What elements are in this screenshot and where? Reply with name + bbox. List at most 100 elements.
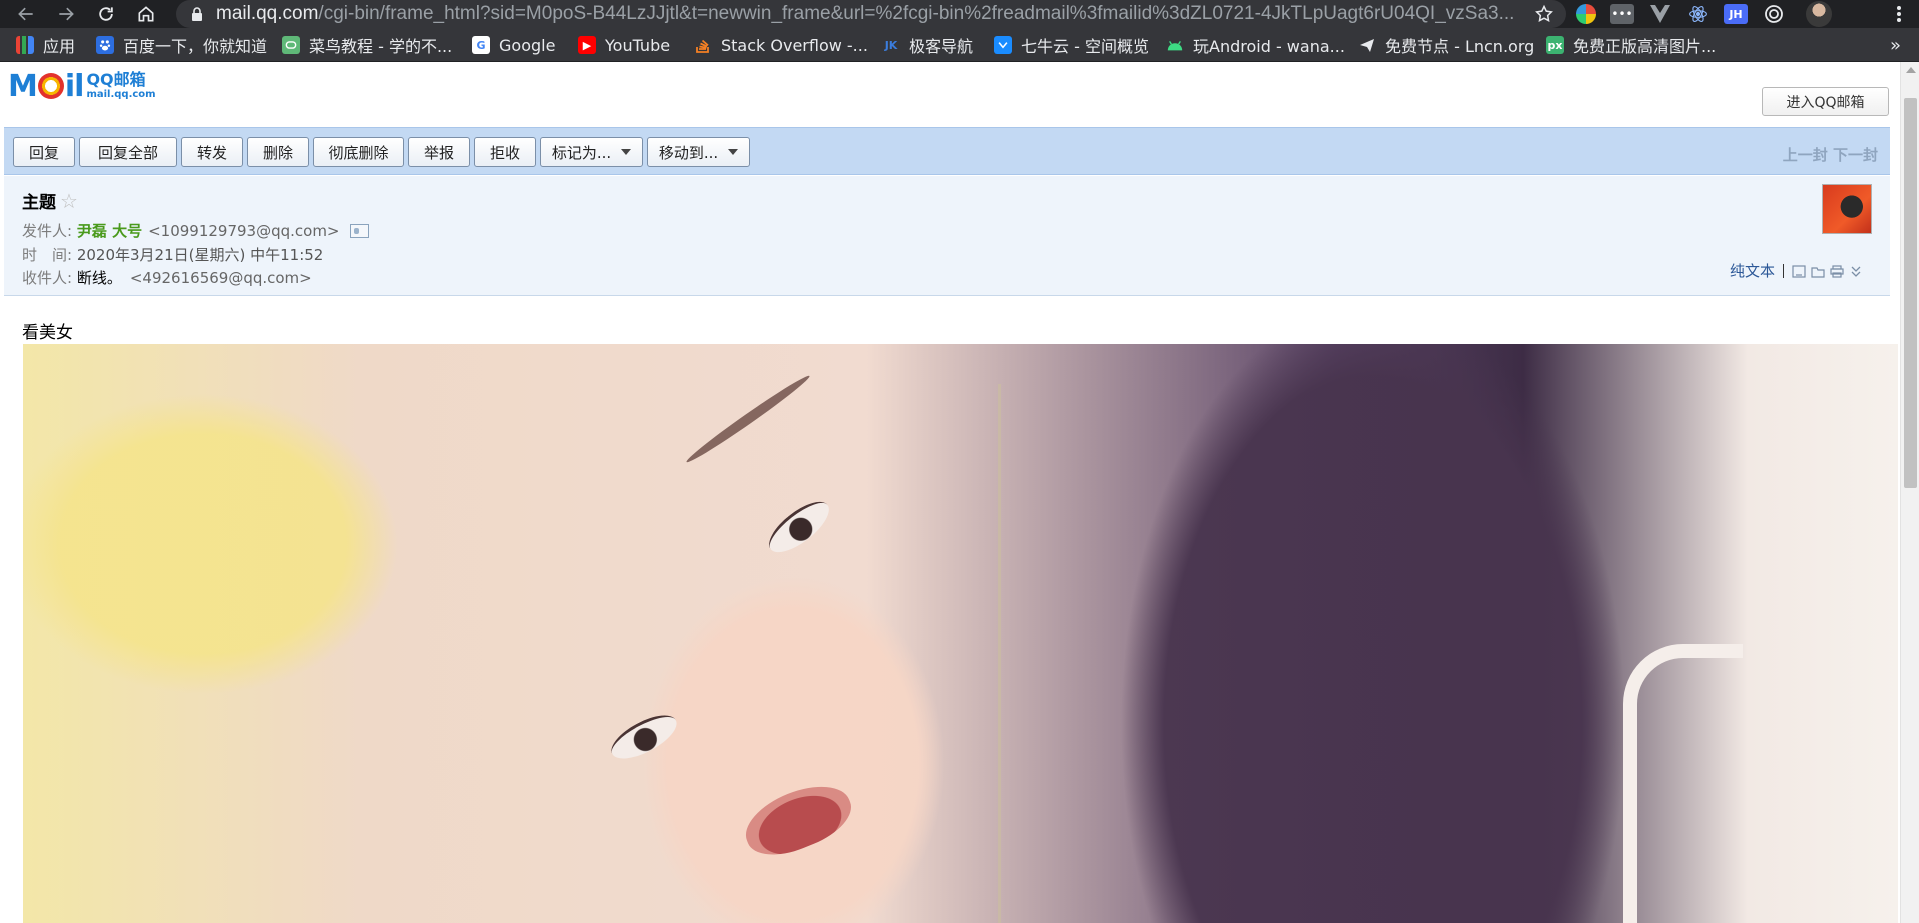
home-icon[interactable] <box>130 0 162 28</box>
bookmark-label: 菜鸟教程 - 学的不... <box>309 37 453 56</box>
bookmark-label: Stack Overflow -... <box>721 35 868 55</box>
chevron-down-icon <box>728 149 739 155</box>
bookmark-label: 百度一下，你就知道 <box>123 37 268 56</box>
react-extension-icon[interactable] <box>1686 4 1710 24</box>
back-icon[interactable] <box>10 0 42 28</box>
bookmark-apps[interactable]: 应用 <box>16 28 75 62</box>
sender-avatar[interactable] <box>1822 184 1872 234</box>
bookmark-star-icon[interactable] <box>1534 4 1554 24</box>
mail-view-tools: 纯文本 <box>1730 260 1868 281</box>
jk-icon: JK <box>884 38 898 52</box>
lock-icon <box>190 7 204 21</box>
logo-cn: QQ邮箱 <box>86 70 146 89</box>
divider <box>1783 263 1784 278</box>
bookmark-px[interactable]: px 免费正版高清图片... <box>1546 28 1716 62</box>
prev-next-links[interactable]: 上一封 下一封 <box>1783 144 1878 165</box>
target-extension-icon[interactable] <box>1762 4 1786 24</box>
expand-double-chevron-icon[interactable] <box>1849 264 1863 277</box>
print-icon[interactable] <box>1830 264 1844 278</box>
paper-plane-icon <box>1358 36 1376 54</box>
mail-subject: 主题 ☆ <box>22 188 78 214</box>
receiver-name[interactable]: 断线。 <box>77 267 122 288</box>
photo-brow-shape <box>683 371 813 467</box>
bookmark-wanandroid[interactable]: 玩Android - wana... <box>1166 28 1345 62</box>
mark-as-label: 标记为... <box>551 143 612 162</box>
qqmail-logo[interactable]: Mil QQ邮箱 mail.qq.com <box>8 68 158 104</box>
mail-toolbar: 回复 回复全部 转发 删除 彻底删除 举报 拒收 标记为... 移动到... 上… <box>4 127 1890 175</box>
bookmarks-bar: 应用 百度一下，你就知道 菜鸟教程 - 学的不... G Google ▶ Yo… <box>0 28 1919 62</box>
mark-as-dropdown[interactable]: 标记为... <box>540 137 643 167</box>
bookmark-label: 免费正版高清图片... <box>1573 37 1717 56</box>
star-icon[interactable]: ☆ <box>60 189 78 213</box>
mail-header <box>0 62 1900 104</box>
from-row: 发件人: 尹磊 大号 <1099129793@qq.com> <box>22 220 369 241</box>
mail-body-text: 看美女 <box>22 323 73 343</box>
bookmark-jk[interactable]: JK 极客导航 <box>882 28 973 62</box>
profile-avatar[interactable] <box>1806 1 1832 27</box>
bookmark-youtube[interactable]: ▶ YouTube <box>578 28 670 62</box>
browser-toolbar: mail.qq.com/cgi-bin/frame_html?sid=M0poS… <box>0 0 1919 28</box>
photo-strap-shape <box>1623 644 1743 923</box>
photo-eye-shape <box>761 493 837 561</box>
bookmark-lncn[interactable]: 免费节点 - Lncn.org <box>1358 28 1534 62</box>
mail-info-panel: 主题 ☆ 发件人: 尹磊 大号 <1099129793@qq.com> 时 间:… <box>4 176 1890 296</box>
address-bar[interactable]: mail.qq.com/cgi-bin/frame_html?sid=M0poS… <box>176 0 1566 28</box>
stackoverflow-icon <box>694 36 712 54</box>
delete-button[interactable]: 删除 <box>247 137 309 167</box>
reload-icon[interactable] <box>90 0 122 28</box>
time-label: 时 间: <box>22 246 73 264</box>
forward-icon[interactable] <box>50 0 82 28</box>
color-extension-icon[interactable] <box>1576 4 1596 24</box>
from-label: 发件人: <box>22 222 73 240</box>
to-row: 收件人: 断线。 <492616569@qq.com> <box>22 267 312 288</box>
photo-lips-shape <box>736 773 860 867</box>
forward-button[interactable]: 转发 <box>181 137 243 167</box>
apps-grid-icon <box>16 36 34 54</box>
bookmark-label: 七牛云 - 空间概览 <box>1021 37 1149 56</box>
px-icon: px <box>1546 36 1564 54</box>
note-icon[interactable] <box>1792 264 1806 278</box>
url-path: /cgi-bin/frame_html?sid=M0poS-B44LzJJjtl… <box>318 3 1515 24</box>
contact-card-icon[interactable] <box>349 223 369 238</box>
bookmark-baidu[interactable]: 百度一下，你就知道 <box>96 28 267 62</box>
browser-menu-icon[interactable] <box>1889 4 1909 24</box>
bookmark-runoob[interactable]: 菜鸟教程 - 学的不... <box>282 28 452 62</box>
receiver-email: <492616569@qq.com> <box>129 268 312 287</box>
reply-all-button[interactable]: 回复全部 <box>79 137 177 167</box>
qiniu-icon <box>994 36 1012 54</box>
sender-email: <1099129793@qq.com> <box>148 221 340 240</box>
url-text[interactable]: mail.qq.com/cgi-bin/frame_html?sid=M0poS… <box>216 3 1526 25</box>
scroll-up-icon[interactable] <box>1906 67 1916 73</box>
move-to-dropdown[interactable]: 移动到... <box>647 137 750 167</box>
logo-o-icon <box>37 73 64 99</box>
plain-text-link[interactable]: 纯文本 <box>1730 260 1775 281</box>
logo-il: il <box>64 68 85 104</box>
bookmark-label: 免费节点 - Lncn.org <box>1385 37 1535 56</box>
report-button[interactable]: 举报 <box>408 137 470 167</box>
enter-qqmail-button[interactable]: 进入QQ邮箱 <box>1762 87 1889 116</box>
photo-earring-shape <box>998 384 1012 923</box>
dots-extension-icon[interactable]: ••• <box>1610 4 1634 24</box>
move-to-label: 移动到... <box>658 143 719 162</box>
to-label: 收件人: <box>22 269 73 287</box>
scrollbar-thumb[interactable] <box>1904 98 1917 488</box>
baidu-icon <box>96 36 114 54</box>
bookmarks-more-icon[interactable]: » <box>1890 28 1901 62</box>
sender-name[interactable]: 尹磊 大号 <box>77 220 142 241</box>
bookmark-google[interactable]: G Google <box>472 28 555 62</box>
extensions-area: ••• JH <box>1576 0 1832 28</box>
logo-wordmark: Mil <box>8 68 85 104</box>
folder-icon[interactable] <box>1811 264 1825 278</box>
reply-button[interactable]: 回复 <box>13 137 75 167</box>
delete-forever-button[interactable]: 彻底删除 <box>313 137 404 167</box>
bookmark-stackoverflow[interactable]: Stack Overflow -... <box>694 28 868 62</box>
reject-button[interactable]: 拒收 <box>474 137 536 167</box>
bookmark-qiniu[interactable]: 七牛云 - 空间概览 <box>994 28 1149 62</box>
bookmark-label: Google <box>499 35 556 55</box>
jh-extension-icon[interactable]: JH <box>1724 4 1748 24</box>
google-icon: G <box>472 36 490 54</box>
page-scrollbar[interactable] <box>1900 62 1919 923</box>
youtube-icon: ▶ <box>578 36 596 54</box>
vue-extension-icon[interactable] <box>1648 4 1672 24</box>
photo-eye-shape <box>605 706 683 768</box>
